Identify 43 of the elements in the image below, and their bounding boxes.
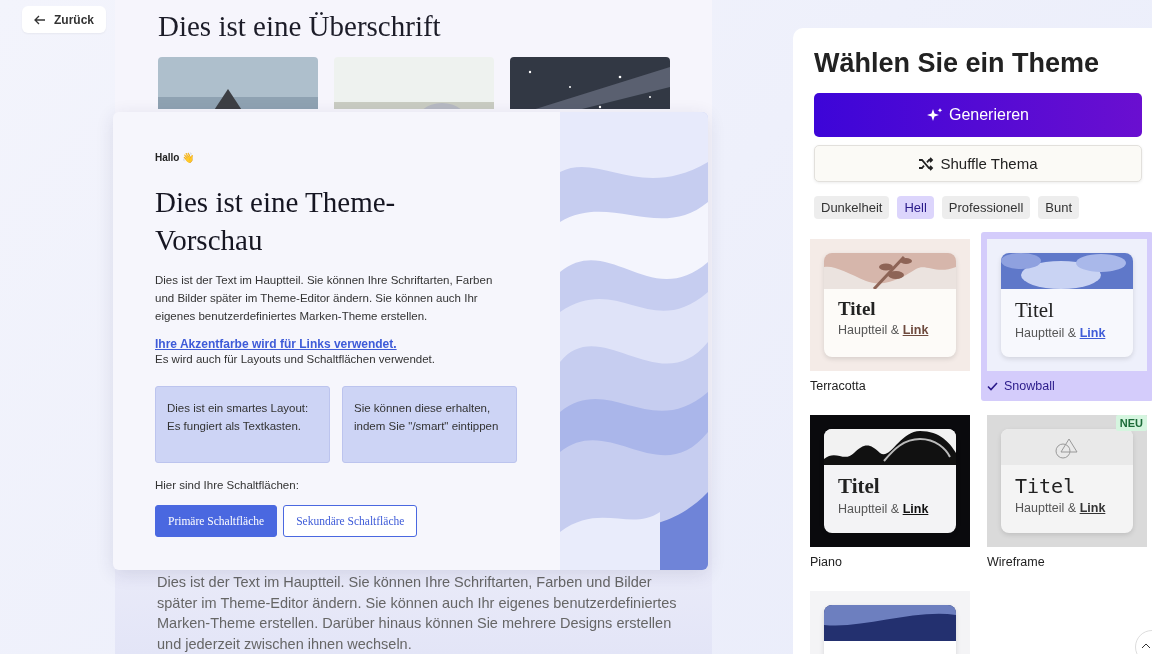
page-heading: Dies ist eine Überschrift: [158, 10, 442, 43]
theme-body-sample: Hauptteil & Link: [1015, 326, 1107, 340]
shuffle-icon: [918, 156, 935, 171]
preview-title: Dies ist eine Theme-Vorschau: [155, 185, 397, 258]
panel-title: Wählen Sie ein Theme: [814, 48, 1101, 79]
accent-link[interactable]: Ihre Akzentfarbe wird für Links verwendet.: [155, 337, 520, 351]
filter-chip[interactable]: Dunkelheit: [814, 196, 890, 219]
filter-chip[interactable]: Hell: [897, 196, 934, 219]
page-body-text: Dies ist der Text im Hauptteil. Sie können Ihre Schriftarten, Farben und Bilder später im Theme-Editor ändern. Sie können auch Ihr eigenes benutzerdefiniertes Marken-Theme erstellen. Darüber hinaus können Sie mehrere Designs erstellen und jederzeit zwischen ihnen wechseln.: [157, 573, 677, 654]
primary-button[interactable]: Primäre Schaltfläche: [155, 505, 278, 537]
theme-option[interactable]: Titel Hauptteil & Link Terracotta: [810, 239, 970, 401]
theme-title-sample: Titel: [838, 474, 881, 499]
theme-option[interactable]: Titel Hauptteil & Link Piano: [810, 415, 970, 577]
smart-layout-box: Sie können diese erhalten, indem Sie "/smart" eintippen: [342, 386, 517, 463]
back-button[interactable]: Zurück: [22, 6, 106, 33]
buttons-label: Hier sind Ihre Schaltflächen:: [155, 479, 300, 491]
filter-chip[interactable]: Professionell: [941, 196, 1031, 219]
chevron-up-icon: [1141, 643, 1151, 649]
shapes-icon: [1001, 429, 1133, 465]
theme-title-sample: Titel: [1015, 298, 1055, 323]
theme-body-sample: Hauptteil & Link: [838, 323, 930, 337]
greeting-text: Hallo 👋: [155, 152, 196, 163]
sparkle-icon: [926, 107, 943, 123]
theme-body-sample: Hauptteil & Link: [1015, 501, 1107, 515]
theme-option[interactable]: Titel Hauptteil & Link Snowball: [981, 232, 1152, 401]
filter-chip[interactable]: Bunt: [1038, 196, 1080, 219]
theme-title-sample: Titel: [838, 298, 877, 320]
theme-body-sample: Hauptteil & Link: [838, 502, 930, 516]
theme-option[interactable]: NEU Titel Hauptteil & Link Wireframe: [987, 415, 1147, 577]
smart-layout-box: Dies ist ein smartes Layout: Es fungiert als Textkasten.: [155, 386, 330, 463]
arrow-left-icon: [34, 14, 46, 25]
body-text: Dies ist der Text im Hauptteil. Sie können Ihre Schriftarten, Farben und Bilder später im Theme-Editor ändern. Sie können auch Ihr eigenes benutzerdefiniertes Marken-Theme erstellen.: [155, 273, 494, 324]
shuffle-button[interactable]: Shuffle Thema: [814, 145, 1142, 182]
secondary-button[interactable]: Sekundäre Schaltfläche: [283, 505, 418, 537]
theme-name: Terracotta: [810, 378, 867, 395]
generate-button[interactable]: Generieren: [814, 93, 1142, 137]
new-badge: NEU: [1115, 415, 1147, 431]
check-icon: [987, 381, 998, 391]
theme-name: Snowball: [987, 371, 1147, 401]
theme-name: Wireframe: [987, 554, 1046, 571]
theme-name: Piano: [810, 554, 843, 571]
note-text: Es wird auch für Layouts und Schaltflächen verwendet.: [155, 353, 436, 365]
theme-title-sample: Titel: [1015, 474, 1077, 498]
